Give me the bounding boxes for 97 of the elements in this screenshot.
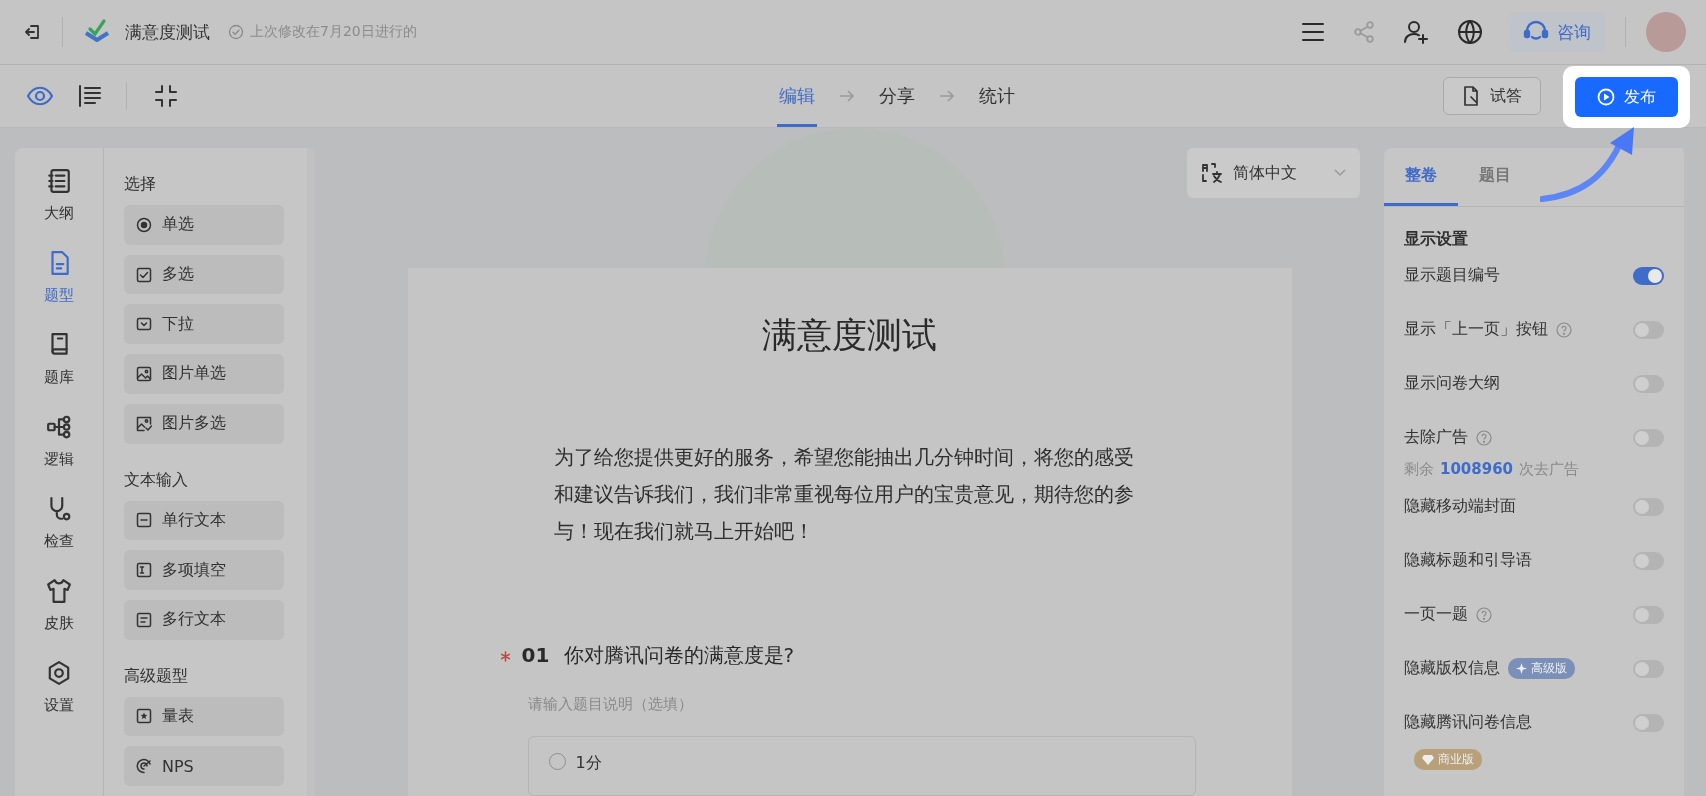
globe-icon[interactable] — [1457, 19, 1483, 45]
toggle-switch[interactable] — [1633, 606, 1664, 624]
toggle-knob — [1648, 269, 1662, 283]
group-heading: 高级题型 — [124, 665, 189, 687]
toggle-switch[interactable] — [1633, 321, 1664, 339]
toggle-knob — [1635, 431, 1649, 445]
setting-label: 显示题目编号 — [1404, 265, 1500, 286]
sparkle-icon — [1516, 663, 1527, 674]
remaining-count: 1008960 — [1440, 460, 1514, 479]
section-title: 显示设置 — [1404, 229, 1469, 250]
question-type-item[interactable]: 单行文本 — [124, 500, 284, 541]
try-button[interactable]: 试答 — [1443, 77, 1541, 115]
toggle-switch[interactable] — [1633, 660, 1664, 678]
toggle-knob — [1635, 662, 1649, 676]
publish-button[interactable]: 发布 — [1575, 77, 1678, 117]
arrow-right-icon — [839, 90, 855, 102]
nav-item[interactable]: 检查 — [44, 496, 74, 551]
question-number: 01 — [521, 643, 551, 667]
toggle-knob — [1635, 323, 1649, 337]
question-type-item[interactable]: 单选 — [124, 205, 284, 245]
help-icon[interactable] — [1556, 321, 1572, 338]
dropdown-icon — [136, 316, 152, 333]
setting-label: 去除广告 — [1404, 427, 1468, 448]
play-circle-icon — [1597, 88, 1615, 106]
setting-label: 显示「上一页」按钮 — [1404, 319, 1548, 340]
add-user-icon[interactable] — [1403, 19, 1429, 45]
group-heading: 文本输入 — [124, 469, 189, 491]
chevron-down-icon — [1334, 169, 1346, 177]
nav-item[interactable]: 题库 — [44, 332, 74, 387]
toggle-switch[interactable] — [1633, 267, 1664, 285]
toggle-switch[interactable] — [1633, 375, 1664, 393]
question-type-item[interactable]: 图片多选 — [124, 403, 284, 444]
image-check-icon — [136, 415, 152, 432]
image-icon — [136, 365, 152, 382]
document-icon — [1462, 86, 1480, 106]
minus-box-icon — [136, 512, 152, 529]
nav-item[interactable]: 大纲 — [44, 168, 74, 223]
diamond-icon — [1422, 754, 1434, 765]
step-tab[interactable]: 分享 — [877, 65, 917, 127]
nav-item[interactable]: 逻辑 — [44, 414, 74, 469]
question-type-item[interactable]: 量表 — [124, 696, 284, 737]
toggle-switch[interactable] — [1633, 498, 1664, 516]
step-tab[interactable]: 统计 — [977, 65, 1017, 127]
collapse-icon[interactable] — [155, 85, 177, 107]
option-label: 1分 — [575, 753, 602, 774]
toggle-switch[interactable] — [1633, 714, 1664, 732]
share-icon[interactable] — [1353, 21, 1375, 43]
toggle-switch[interactable] — [1633, 552, 1664, 570]
question-type-item[interactable]: 多项填空 — [124, 550, 284, 590]
note-text: 剩余 — [1404, 460, 1434, 479]
checkbox-icon — [136, 266, 152, 283]
question-type-item[interactable]: 下拉 — [124, 304, 284, 345]
setting-label: 隐藏标题和引导语 — [1404, 550, 1532, 571]
eye-icon[interactable] — [26, 86, 54, 106]
survey-name: 满意度测试 — [125, 20, 210, 44]
plan-badge: 高级版 — [1508, 658, 1575, 679]
question-type-item[interactable]: NPS — [124, 746, 284, 787]
help-icon[interactable] — [1476, 429, 1492, 446]
star-box-icon — [136, 708, 152, 725]
check-circle-icon — [228, 24, 244, 40]
survey-title: 满意度测试 — [762, 314, 937, 357]
setting-label: 隐藏移动端封面 — [1404, 496, 1516, 517]
translate-icon — [1201, 162, 1223, 184]
notebook-icon — [46, 168, 72, 194]
setting-label: 显示问卷大纲 — [1404, 373, 1500, 394]
plan-badge: 商业版 — [1414, 749, 1482, 770]
setting-label: 一页一题 — [1404, 604, 1468, 625]
toggle-knob — [1635, 377, 1649, 391]
user-avatar[interactable] — [1646, 12, 1686, 52]
nav-item[interactable]: 设置 — [44, 660, 74, 715]
language-select[interactable]: 简体中文 — [1187, 148, 1360, 198]
survey-intro: 为了给您提供更好的服务，希望您能抽出几分钟时间，将您的感受和建议告诉我们，我们非常重视每位用户的宝贵意见，期待您的参与！现在我们就马上开始吧！ — [552, 445, 1135, 545]
exit-icon[interactable] — [24, 23, 42, 41]
toggle-switch[interactable] — [1633, 429, 1664, 447]
arrow-right-icon — [939, 90, 955, 102]
help-icon[interactable] — [1476, 606, 1492, 623]
toggle-knob — [1635, 500, 1649, 514]
toggle-knob — [1635, 716, 1649, 730]
toggle-knob — [1635, 554, 1649, 568]
question-type-item[interactable]: 多行文本 — [124, 599, 284, 640]
question-type-item[interactable]: 图片单选 — [124, 354, 284, 394]
nav-item[interactable]: 皮肤 — [44, 578, 74, 633]
lines-box-icon — [136, 611, 152, 628]
question-text: 你对腾讯问卷的满意度是? — [563, 642, 795, 669]
text-cursor-icon — [136, 562, 152, 579]
menu-icon[interactable] — [1301, 22, 1325, 42]
note-text: 次去广告 — [1519, 460, 1580, 479]
setting-label: 隐藏版权信息 — [1404, 658, 1500, 679]
group-heading: 选择 — [124, 174, 157, 195]
radio-icon — [136, 216, 152, 233]
list-icon[interactable] — [78, 85, 102, 107]
toggle-knob — [1635, 608, 1649, 622]
flow-icon — [46, 414, 72, 440]
setting-label: 隐藏腾讯问卷信息 — [1404, 712, 1532, 733]
option-row[interactable]: 1分 — [527, 736, 1196, 796]
question-type-item[interactable]: 多选 — [124, 254, 284, 295]
shirt-icon — [46, 578, 72, 604]
